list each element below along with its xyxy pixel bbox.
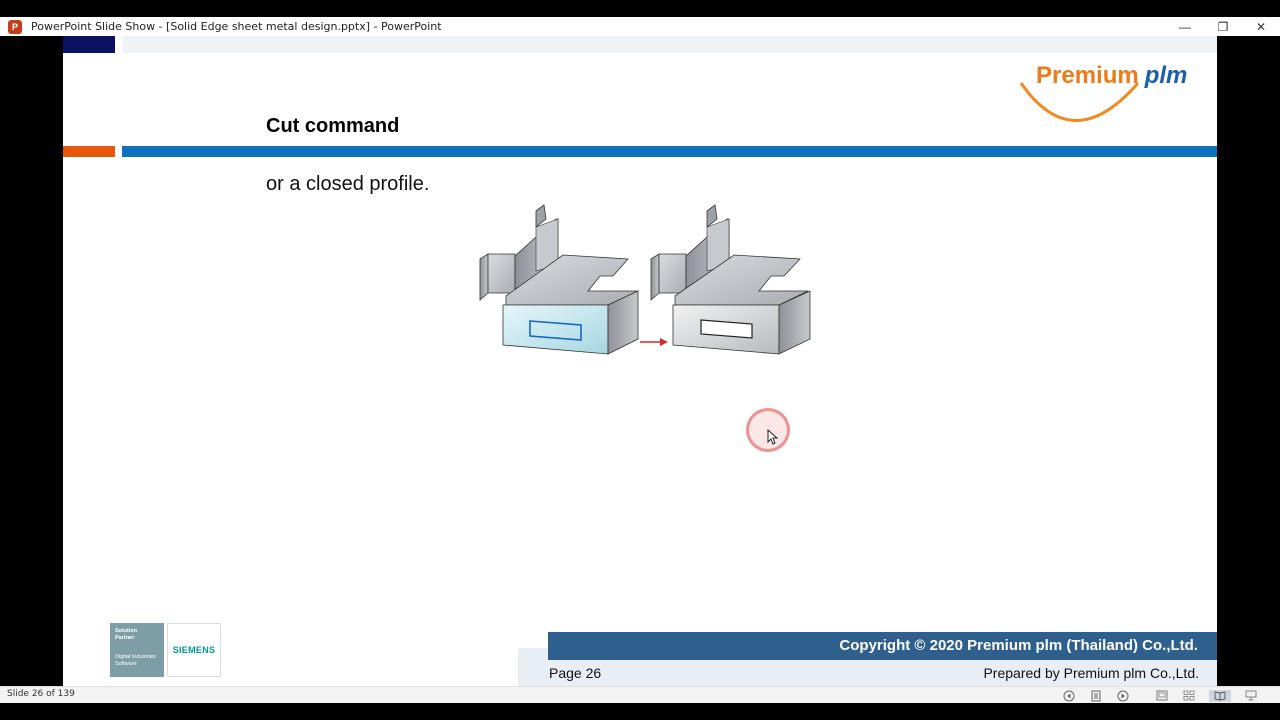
partner-line1: Solution <box>115 628 137 634</box>
logo-premium: Premium <box>1036 62 1139 89</box>
partner-line4: Software <box>115 660 137 667</box>
footer-info-bar: Page 26 Prepared by Premium plm Co.,Ltd. <box>548 660 1217 686</box>
logo-plm: plm <box>1144 62 1188 89</box>
slide-body-text: or a closed profile. <box>266 173 430 195</box>
part-after <box>650 204 811 355</box>
blue-accent-bar <box>122 146 1217 157</box>
restore-button[interactable]: ❐ <box>1204 17 1242 36</box>
premium-plm-logo: Premium plm <box>1018 58 1198 128</box>
top-light-strip <box>123 36 1217 53</box>
top-navy-block <box>63 36 115 53</box>
window-controls: — ❐ ✕ <box>1166 17 1280 36</box>
app-icon-letter: P <box>11 21 18 32</box>
previous-icon[interactable] <box>1062 690 1076 702</box>
close-button[interactable]: ✕ <box>1242 17 1280 36</box>
copyright-text: Copyright © 2020 Premium plm (Thailand) … <box>839 637 1198 654</box>
normal-view-icon[interactable] <box>1155 690 1169 702</box>
slideshow-icon[interactable] <box>1244 690 1258 702</box>
transition-arrow <box>640 338 668 346</box>
siemens-logo: SIEMENS <box>167 623 221 677</box>
window-titlebar: P PowerPoint Slide Show - [Solid Edge sh… <box>0 0 1280 36</box>
status-controls <box>1062 687 1271 704</box>
orange-accent-bar <box>63 146 115 157</box>
status-bar: Slide 26 of 139 <box>0 686 1280 703</box>
slide-sorter-icon[interactable] <box>1182 690 1196 702</box>
logo-text: Premium plm <box>1036 62 1187 90</box>
slide-title: Cut command <box>266 115 400 137</box>
sheet-metal-cut-illustration <box>479 204 811 355</box>
reading-view-icon[interactable] <box>1209 689 1231 702</box>
minimize-button[interactable]: — <box>1166 17 1204 36</box>
prepared-by-text: Prepared by Premium plm Co.,Ltd. <box>983 665 1199 681</box>
title-row: P PowerPoint Slide Show - [Solid Edge sh… <box>0 17 1280 36</box>
partner-line3: Digital Industries <box>115 653 156 660</box>
bottom-black-strip <box>0 703 1280 720</box>
siemens-solution-partner-badge: Solution Partner Digital Industries Soft… <box>110 623 164 677</box>
mouse-pointer-icon <box>767 429 779 445</box>
slide-counter: Slide 26 of 139 <box>7 689 75 699</box>
footer-copyright-bar: Copyright © 2020 Premium plm (Thailand) … <box>548 632 1217 660</box>
partner-line2: Partner <box>115 634 135 641</box>
slide-canvas[interactable]: Premium plm Cut command or a closed profi… <box>63 36 1217 686</box>
part-before <box>479 204 639 355</box>
next-icon[interactable] <box>1116 690 1130 702</box>
powerpoint-icon: P <box>8 19 22 34</box>
menu-icon[interactable] <box>1089 690 1103 702</box>
window-title: PowerPoint Slide Show - [Solid Edge shee… <box>31 20 442 33</box>
top-black-strip <box>0 0 1280 17</box>
page-number: Page 26 <box>549 665 602 681</box>
